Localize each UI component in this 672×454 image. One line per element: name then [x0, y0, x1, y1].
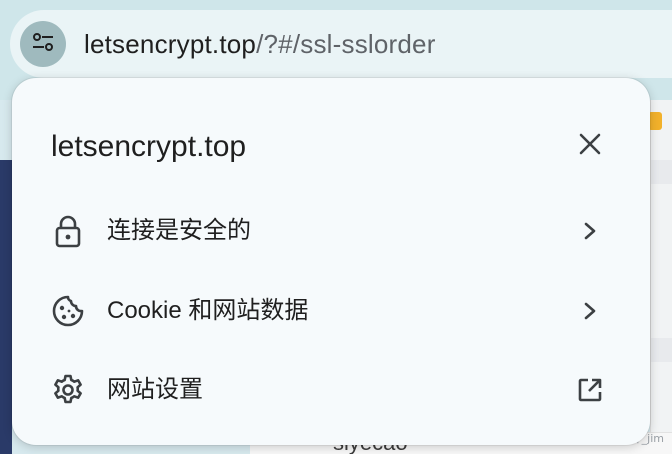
cookies-site-data-label: Cookie 和网站数据: [107, 297, 309, 324]
connection-security-item[interactable]: 连接是安全的: [12, 199, 650, 263]
page-right-column-fragment: [650, 100, 672, 454]
close-icon: [578, 132, 602, 161]
url-text[interactable]: letsencrypt.top/?#/ssl-sslorder: [84, 29, 436, 60]
site-settings-label: 网站设置: [107, 376, 203, 403]
address-bar[interactable]: letsencrypt.top/?#/ssl-sslorder: [10, 10, 672, 78]
gear-icon: [50, 372, 86, 408]
url-domain: letsencrypt.top: [84, 28, 257, 59]
cookies-site-data-item[interactable]: Cookie 和网站数据: [12, 279, 650, 343]
open-in-new-icon: [572, 372, 608, 408]
close-button[interactable]: [572, 128, 608, 164]
connection-security-label: 连接是安全的: [107, 217, 251, 244]
tune-icon: [30, 29, 56, 60]
site-settings-item[interactable]: 网站设置: [12, 358, 650, 422]
lock-icon: [50, 213, 86, 249]
site-info-button[interactable]: [20, 21, 66, 67]
page-sidebar-fragment: [0, 160, 12, 454]
extension-icon-fragment: [648, 112, 662, 130]
cookie-icon: [50, 293, 86, 329]
popup-title: letsencrypt.top: [51, 130, 247, 163]
site-info-popup: letsencrypt.top 连接是安全的 Cookie 和网站数据 网站设置: [12, 78, 650, 445]
chevron-right-icon: [572, 213, 608, 249]
chevron-right-icon: [572, 293, 608, 329]
url-path: /?#/ssl-sslorder: [256, 28, 436, 59]
